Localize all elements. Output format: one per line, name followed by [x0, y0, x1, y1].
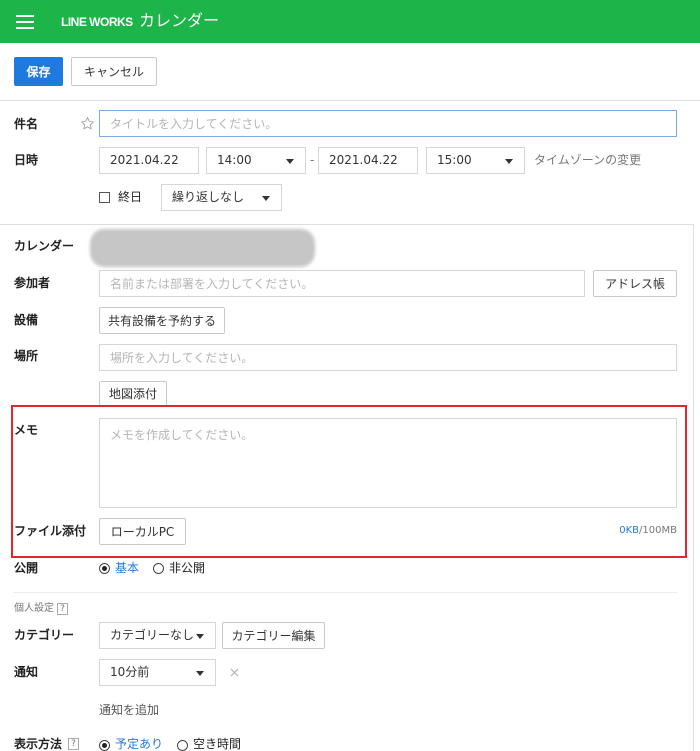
visibility-label: 公開	[14, 561, 39, 575]
local-pc-upload-button[interactable]: ローカルPC	[99, 518, 186, 545]
category-label: カテゴリー	[14, 628, 75, 642]
memo-label: メモ	[14, 423, 39, 437]
chevron-down-icon	[505, 159, 513, 164]
attendees-label: 参加者	[14, 276, 51, 290]
chevron-down-icon	[262, 196, 270, 201]
attach-map-button[interactable]: 地図添付	[99, 381, 167, 406]
category-value: カテゴリーなし	[110, 628, 195, 642]
category-select[interactable]: カテゴリーなし	[99, 622, 216, 649]
personal-settings-heading: 個人設定	[14, 603, 54, 614]
hamburger-icon[interactable]	[16, 15, 34, 29]
address-book-button[interactable]: アドレス帳	[593, 270, 677, 297]
display-option-free[interactable]: 空き時間	[193, 737, 241, 751]
datetime-label: 日時	[14, 153, 39, 167]
toolbar-divider	[0, 100, 700, 101]
repeat-value: 繰り返しなし	[172, 190, 245, 204]
start-time-select[interactable]: 14:00	[206, 147, 306, 174]
subject-input[interactable]	[99, 110, 677, 137]
end-date-input[interactable]: 2021.04.22	[318, 147, 418, 174]
attachment-storage-usage: 0KB/100MB	[577, 524, 677, 538]
visibility-radio-private[interactable]	[153, 563, 164, 574]
content-edge	[693, 224, 694, 751]
notification-select[interactable]: 10分前	[99, 659, 216, 686]
reserve-equipment-button[interactable]: 共有設備を予約する	[99, 307, 225, 334]
app-title: カレンダー	[139, 11, 220, 30]
chevron-down-icon	[286, 159, 294, 164]
notification-label: 通知	[14, 665, 39, 679]
storage-limit: /100MB	[639, 525, 677, 536]
save-button[interactable]: 保存	[14, 57, 63, 86]
subject-label: 件名	[14, 117, 39, 131]
date-range-separator: -	[310, 153, 315, 167]
display-radio-free[interactable]	[177, 740, 188, 751]
edit-category-button[interactable]: カテゴリー編集	[222, 622, 325, 649]
section-divider	[0, 224, 693, 225]
timezone-change-link[interactable]: タイムゾーンの変更	[534, 152, 641, 168]
visibility-option-basic[interactable]: 基本	[115, 560, 139, 576]
chevron-down-icon	[196, 634, 204, 639]
display-option-busy[interactable]: 予定あり	[115, 737, 163, 751]
end-time-select[interactable]: 15:00	[426, 147, 525, 174]
display-mode-label: 表示方法	[14, 737, 63, 751]
start-time-value: 14:00	[217, 153, 252, 167]
notification-value: 10分前	[110, 665, 150, 679]
start-date-input[interactable]: 2021.04.22	[99, 147, 199, 174]
all-day-label[interactable]: 終日	[118, 189, 142, 205]
repeat-select[interactable]: 繰り返しなし	[161, 184, 282, 211]
calendar-selector-redacted[interactable]	[90, 229, 315, 267]
app-logo[interactable]: LINE WORKS	[61, 14, 133, 30]
end-time-value: 15:00	[437, 153, 472, 167]
equipment-label: 設備	[14, 313, 39, 327]
attendees-input[interactable]	[99, 270, 585, 297]
location-input[interactable]	[99, 344, 677, 371]
visibility-radio-basic[interactable]	[99, 563, 110, 574]
calendar-label: カレンダー	[14, 239, 75, 253]
help-icon[interactable]: ?	[57, 603, 68, 615]
visibility-option-private[interactable]: 非公開	[169, 560, 205, 576]
location-label: 場所	[14, 349, 39, 363]
app-header: LINE WORKS カレンダー	[0, 0, 700, 43]
all-day-checkbox[interactable]	[99, 192, 110, 203]
display-radio-busy[interactable]	[99, 740, 110, 751]
help-icon[interactable]: ?	[68, 738, 79, 750]
chevron-down-icon	[196, 671, 204, 676]
star-icon[interactable]	[80, 116, 95, 131]
attachment-label: ファイル添付	[14, 524, 87, 538]
add-notification-link[interactable]: 通知を追加	[99, 702, 159, 718]
personal-divider	[14, 592, 677, 593]
storage-used: 0KB	[619, 525, 640, 536]
cancel-button[interactable]: キャンセル	[71, 57, 157, 86]
calendar-event-editor: LINE WORKS カレンダー 保存 キャンセル 件名 日時 2021.04.…	[0, 0, 700, 751]
memo-textarea[interactable]	[99, 418, 677, 508]
close-icon[interactable]	[230, 668, 239, 677]
